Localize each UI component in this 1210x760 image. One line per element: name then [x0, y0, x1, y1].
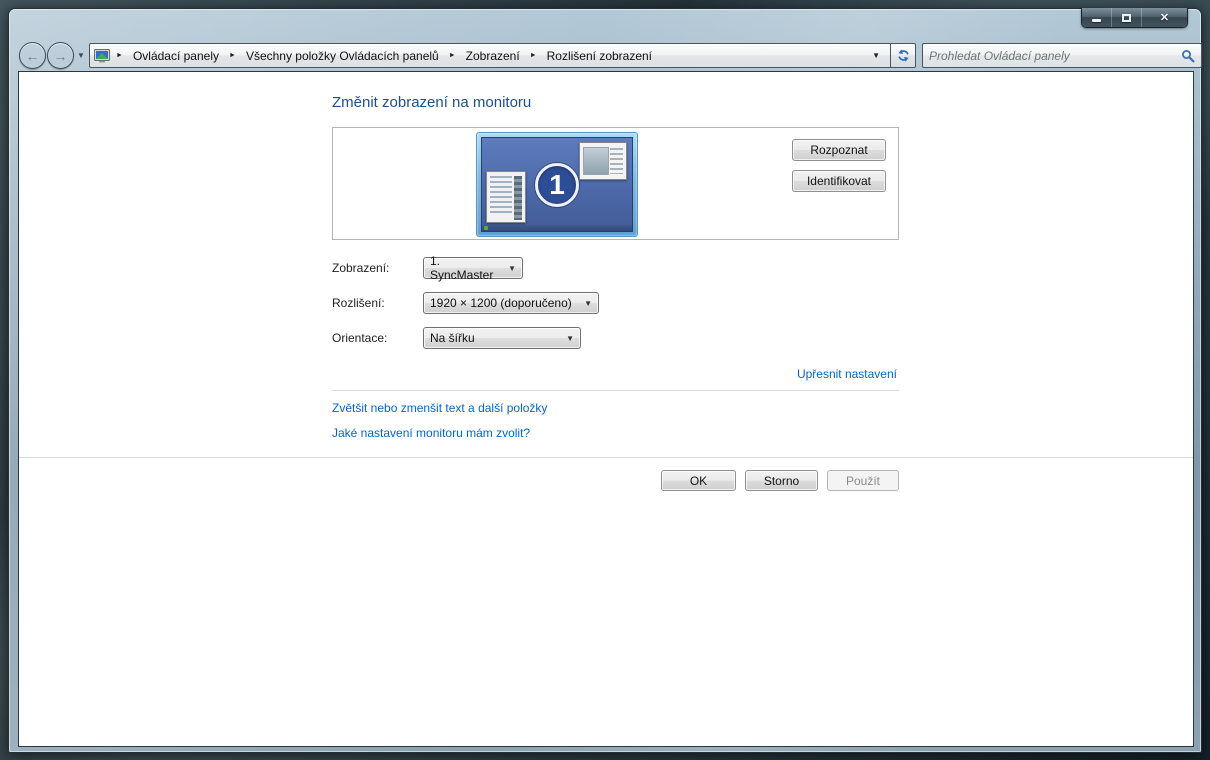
window-caption-buttons: ✕: [1081, 8, 1188, 28]
minimize-icon: [1092, 19, 1101, 22]
search-box: [922, 43, 1202, 68]
preview-start-button: [484, 226, 488, 230]
close-icon: ✕: [1160, 11, 1169, 24]
client-area: Změnit zobrazení na monitoru 1: [18, 71, 1194, 747]
forward-icon: →: [54, 48, 68, 64]
footer-divider: [19, 457, 1193, 458]
preview-lines: [490, 176, 512, 214]
breadcrumb-arrow-icon[interactable]: ►: [114, 52, 125, 59]
section-divider: [332, 390, 899, 391]
back-button[interactable]: ←: [19, 42, 46, 69]
monitor-number-badge: 1: [535, 163, 579, 207]
minimize-button[interactable]: [1082, 8, 1112, 27]
advanced-settings-link[interactable]: Upřesnit nastavení: [797, 367, 897, 381]
back-icon: ←: [26, 48, 40, 64]
orientation-label: Orientace:: [332, 331, 387, 345]
resolution-dropdown[interactable]: 1920 × 1200 (doporučeno) ▼: [423, 292, 599, 314]
breadcrumb-arrow-icon[interactable]: ►: [528, 52, 539, 59]
orientation-dropdown[interactable]: Na šířku ▼: [423, 327, 581, 349]
chevron-down-icon: ▼: [500, 264, 516, 273]
ok-button[interactable]: OK: [661, 470, 736, 491]
address-bar[interactable]: ► Ovládací panely ► Všechny položky Ovlá…: [89, 43, 891, 68]
display-dropdown-value: 1. SyncMaster: [430, 254, 500, 282]
breadcrumb-item-display[interactable]: Zobrazení: [462, 47, 524, 65]
explorer-window: ✕ ← → ▼ ► Ovládací panely ► Všechny polo…: [8, 8, 1202, 753]
monitor-number: 1: [549, 169, 565, 201]
cancel-button[interactable]: Storno: [745, 470, 818, 491]
page-title: Změnit zobrazení na monitoru: [332, 94, 531, 111]
breadcrumb-item-control-panel[interactable]: Ovládací panely: [129, 47, 223, 65]
search-icon[interactable]: [1181, 49, 1195, 63]
resolution-label: Rozlišení:: [332, 296, 385, 310]
apply-button[interactable]: Použít: [827, 470, 899, 491]
display-label: Zobrazení:: [332, 261, 389, 275]
display-dropdown[interactable]: 1. SyncMaster ▼: [423, 257, 523, 279]
desktop-window-preview: [579, 142, 627, 180]
resolution-dropdown-value: 1920 × 1200 (doporučeno): [430, 296, 572, 310]
address-dropdown-chevron-icon[interactable]: ▼: [866, 51, 886, 60]
identify-button[interactable]: Identifikovat: [792, 170, 886, 192]
desktop-window-preview-small: [486, 171, 526, 223]
maximize-button[interactable]: [1112, 8, 1142, 27]
breadcrumb-arrow-icon[interactable]: ►: [227, 52, 238, 59]
breadcrumb-item-all-items[interactable]: Všechny položky Ovládacích panelů: [242, 47, 443, 65]
preview-pane: [583, 147, 609, 175]
chevron-down-icon: ▼: [558, 334, 574, 343]
maximize-icon: [1122, 14, 1131, 22]
close-button[interactable]: ✕: [1142, 8, 1187, 27]
chevron-down-icon: ▼: [576, 299, 592, 308]
breadcrumb-item-screen-resolution[interactable]: Rozlišení zobrazení: [543, 47, 656, 65]
preview-taskbar: [482, 225, 632, 231]
preview-lines: [610, 148, 623, 174]
make-text-larger-link[interactable]: Zvětšit nebo zmenšit text a další položk…: [332, 401, 547, 415]
navigation-bar: ← → ▼ ► Ovládací panely ► Všechny položk…: [9, 42, 1201, 70]
detect-button[interactable]: Rozpoznat: [792, 139, 886, 161]
preview-column: [514, 176, 522, 220]
breadcrumb-arrow-icon[interactable]: ►: [447, 52, 458, 59]
orientation-dropdown-value: Na šířku: [430, 331, 475, 345]
monitor-thumbnail[interactable]: 1: [476, 132, 638, 237]
forward-button[interactable]: →: [47, 42, 74, 69]
display-icon: [94, 49, 110, 63]
monitor-screen: 1: [481, 137, 633, 232]
refresh-button[interactable]: [891, 43, 916, 68]
what-display-settings-link[interactable]: Jaké nastavení monitoru mám zvolit?: [332, 426, 530, 440]
recent-pages-chevron-icon[interactable]: ▼: [77, 51, 85, 60]
search-input[interactable]: [929, 49, 1181, 63]
refresh-icon: [896, 48, 911, 63]
